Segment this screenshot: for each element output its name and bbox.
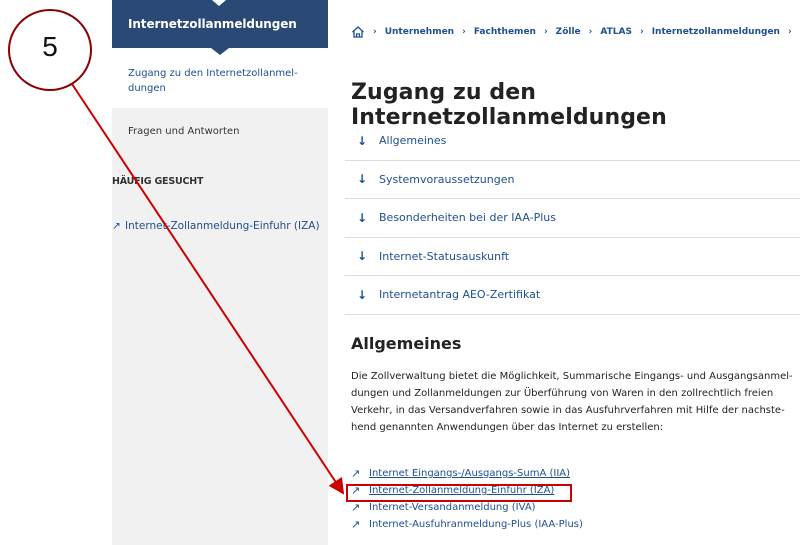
sidebar-active-indicator [211,48,229,55]
chevron-right-icon: › [373,27,377,37]
callout-circle: 5 [8,9,92,91]
table-of-contents: ↓ Allgemeines ↓ Systemvoraussetzungen ↓ … [345,122,800,315]
chevron-right-icon: › [588,27,593,37]
toc-link-systemvoraussetzungen[interactable]: ↓ Systemvoraussetzungen [345,161,800,199]
link-label: Internet Eingangs-/Ausgangs-SumA (IIA) [369,468,571,479]
toc-link-allgemeines[interactable]: ↓ Allgemeines [345,122,800,161]
toc-link-label: Systemvoraussetzungen [379,172,515,186]
sidebar-header-label: Internetzollanmeldungen [128,17,297,31]
toc-link-aeo[interactable]: ↓ Internetantrag AEO-Zertifikat [345,276,800,315]
sidebar-notch-decoration [212,0,226,6]
sidebar-header[interactable]: Internetzollanmeldungen [112,0,328,48]
sidebar-link-iza[interactable]: ↗ Internet-Zollanmeldung-Einfuhr (IZA) [112,216,322,236]
sidebar-nav: Internetzollanmeldungen Zugang zu den In… [112,0,328,545]
link-label: Internet-Ausfuhranmeldung-Plus (IAA-Plus… [369,519,583,530]
sidebar-link-label: Internet-Zollanmeldung-Einfuhr (IZA) [125,220,320,232]
section-title: Allgemeines [351,334,462,353]
sidebar-item-zugang[interactable]: Zugang zu den Internetzollanmel-dungen [112,48,328,108]
breadcrumb-item[interactable]: Internetzollanmeldungen [652,27,780,37]
toc-link-besonderheiten[interactable]: ↓ Besonderheiten bei der IAA-Plus [345,199,800,238]
sidebar-item-faq[interactable]: Fragen und Antworten [112,112,328,157]
chevron-right-icon: › [639,27,644,37]
link-iaa-plus[interactable]: ↗ Internet-Ausfuhranmeldung-Plus (IAA-Pl… [351,516,791,533]
external-link-arrow-icon: ↗ [351,501,361,514]
sidebar-section-title: HÄUFIG GESUCHT [112,176,204,187]
sidebar-item-label: Zugang zu den Internetzollanmel-dungen [128,68,298,94]
external-link-arrow-icon: ↗ [112,220,121,232]
link-label: Internet-Versandanmeldung (IVA) [369,502,536,513]
link-iia[interactable]: ↗ Internet Eingangs-/Ausgangs-SumA (IIA) [351,465,791,482]
arrow-down-icon: ↓ [357,287,368,302]
chevron-right-icon: › [543,27,548,37]
breadcrumb-item[interactable]: Zölle [556,27,581,37]
arrow-down-icon: ↓ [357,210,368,225]
home-icon[interactable] [351,25,365,39]
breadcrumb: › Unternehmen › Fachthemen › Zölle › ATL… [351,22,800,42]
chevron-right-icon: › [462,27,466,37]
toc-link-label: Besonderheiten bei der IAA-Plus [379,211,556,225]
toc-link-statusauskunft[interactable]: ↓ Internet-Statusauskunft [345,238,800,276]
toc-link-label: Allgemeines [379,134,447,148]
highlight-box [346,484,572,502]
toc-link-label: Internet-Statusauskunft [379,249,510,263]
breadcrumb-item[interactable]: ATLAS [600,27,632,37]
arrow-down-icon: ↓ [357,172,368,187]
breadcrumb-item[interactable]: Unternehmen [385,27,454,37]
external-link-arrow-icon: ↗ [351,467,361,480]
section-paragraph: Die Zollverwaltung bietet die Möglichkei… [351,371,793,433]
arrow-down-icon: ↓ [357,133,368,148]
breadcrumb-item[interactable]: Fachthemen [474,27,536,37]
toc-link-label: Internetantrag AEO-Zertifikat [379,288,541,302]
arrow-down-icon: ↓ [357,249,368,264]
external-link-arrow-icon: ↗ [351,518,361,531]
chevron-right-icon: › [787,27,792,37]
callout-number: 5 [42,31,58,62]
sidebar-item-label: Fragen und Antworten [128,126,240,137]
